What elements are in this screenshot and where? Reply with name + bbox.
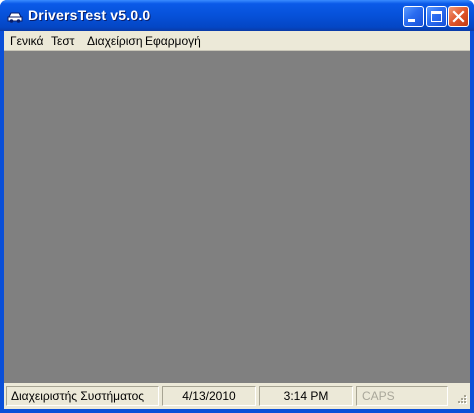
- maximize-icon: [431, 11, 442, 22]
- status-caps: CAPS: [356, 386, 448, 406]
- client-area: Γενικά Τεστ Διαχείριση Εφαρμογή Διαχειρι…: [4, 31, 470, 409]
- minimize-button[interactable]: [403, 6, 424, 27]
- mdi-workspace[interactable]: [4, 50, 470, 383]
- menu-test[interactable]: Τεστ: [51, 34, 75, 48]
- status-date: 4/13/2010: [162, 386, 256, 406]
- menu-general[interactable]: Γενικά: [10, 34, 43, 48]
- close-icon: [452, 10, 465, 23]
- close-button[interactable]: [448, 6, 469, 27]
- app-icon[interactable]: [7, 8, 23, 24]
- menu-bar: Γενικά Τεστ Διαχείριση Εφαρμογή: [4, 31, 470, 50]
- status-time: 3:14 PM: [259, 386, 353, 406]
- maximize-button[interactable]: [426, 6, 447, 27]
- menu-application[interactable]: Εφαρμογή: [145, 34, 201, 48]
- resize-grip-icon[interactable]: [454, 393, 468, 407]
- app-window: DriversTest v5.0.0 Γενικά Τεστ Διαχείρισ…: [0, 0, 474, 413]
- menu-management[interactable]: Διαχείριση: [87, 34, 143, 48]
- window-title: DriversTest v5.0.0: [28, 7, 151, 23]
- status-bar: Διαχειριστής Συστήματος 4/13/2010 3:14 P…: [4, 383, 470, 409]
- title-bar[interactable]: DriversTest v5.0.0: [0, 0, 474, 31]
- status-user: Διαχειριστής Συστήματος: [6, 386, 159, 406]
- minimize-icon: [408, 19, 415, 22]
